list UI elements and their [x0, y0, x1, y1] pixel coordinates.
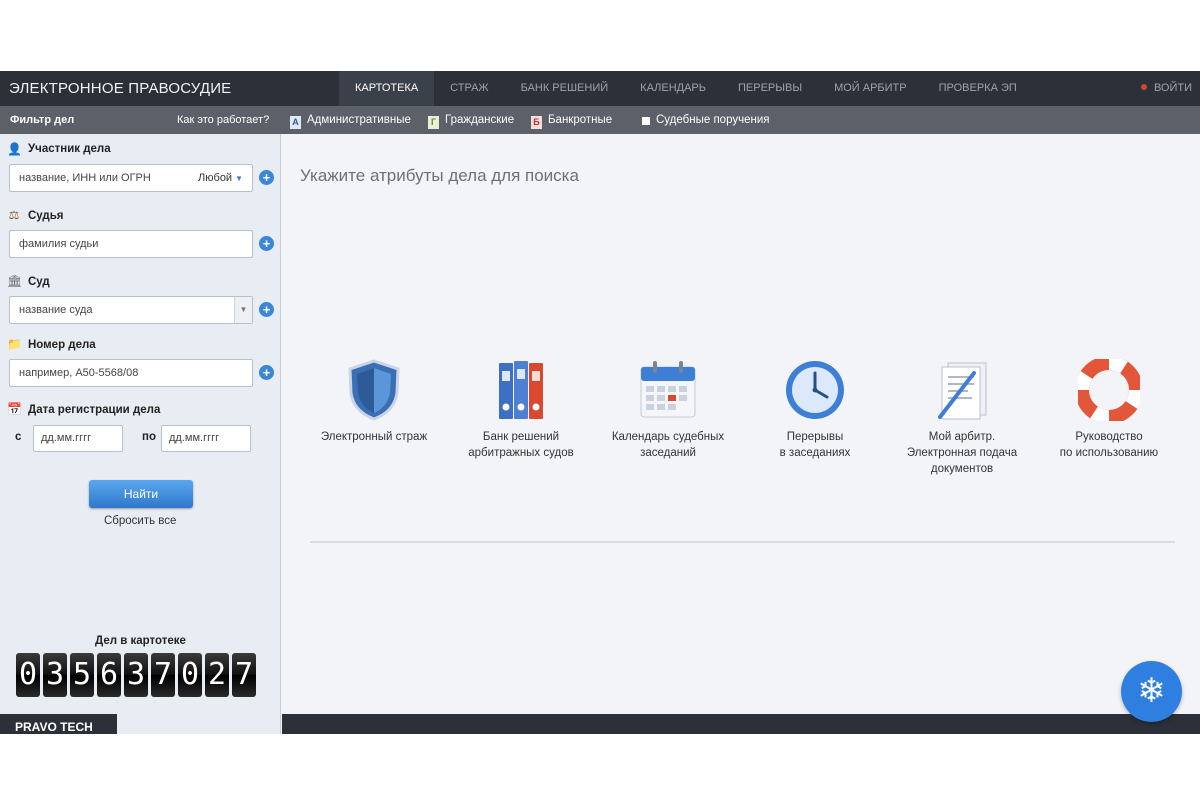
tab-label: Судебные поручения	[656, 114, 770, 126]
tile-recesses[interactable]: Перерывы в заседаниях	[740, 359, 890, 461]
nav-strazh[interactable]: СТРАЖ	[434, 71, 504, 106]
tile-e-guard[interactable]: Электронный страж	[299, 359, 449, 445]
participant-label: Участник дела	[28, 143, 111, 155]
counter-title: Дел в картотеке	[95, 635, 186, 647]
date-from-input[interactable]: дд.мм.гггг	[33, 425, 123, 452]
chevron-down-icon: ▼	[235, 174, 243, 183]
tile-my-arbiter[interactable]: Мой арбитр. Электронная подача документо…	[887, 359, 1037, 477]
calendar-small-icon: 📅	[7, 402, 22, 416]
courthouse-icon: 🏛	[7, 274, 23, 288]
pravo-tech-logo[interactable]: PRAVO TECH	[0, 714, 117, 734]
page-title: Укажите атрибуты дела для поиска	[300, 166, 579, 185]
date-to-placeholder: дд.мм.гггг	[169, 432, 220, 444]
dropdown-arrow-icon[interactable]: ▼	[234, 297, 252, 323]
tile-caption: Перерывы в заседаниях	[779, 431, 851, 459]
court-placeholder: название суда	[19, 304, 93, 316]
nav-bank-resheniy[interactable]: БАНК РЕШЕНИЙ	[505, 71, 625, 106]
counter-digit: 7	[232, 653, 256, 697]
counter-digit: 2	[205, 653, 229, 697]
case-counter: 0 3 5 6 3 7 0 2 7	[16, 653, 259, 697]
tile-caption: Календарь судебных заседаний	[611, 431, 725, 459]
add-court-button[interactable]: +	[259, 302, 274, 317]
tile-calendar[interactable]: Календарь судебных заседаний	[593, 359, 743, 461]
counter-digit: 6	[97, 653, 121, 697]
judge-input[interactable]: фамилия судьи	[9, 230, 253, 258]
court-select[interactable]: название суда ▼	[9, 296, 253, 324]
status-dot-icon	[1140, 84, 1147, 90]
case-number-input[interactable]: например, А50-5568/08	[9, 359, 253, 387]
reg-date-label: Дата регистрации дела	[28, 404, 161, 416]
judge-placeholder: фамилия судьи	[19, 238, 99, 250]
nav-pereryvy[interactable]: ПЕРЕРЫВЫ	[722, 71, 818, 106]
participant-mode-dropdown[interactable]: Любой ▼	[198, 165, 243, 192]
find-button[interactable]: Найти	[89, 480, 193, 508]
lifebuoy-icon	[1078, 359, 1140, 421]
binders-icon	[499, 361, 543, 419]
add-judge-button[interactable]: +	[259, 236, 274, 251]
nav-proverka-ep[interactable]: ПРОВЕРКА ЭП	[923, 71, 1033, 106]
tile-caption: Руководство по использованию	[1059, 431, 1159, 459]
participant-input[interactable]: название, ИНН или ОГРН Любой ▼	[9, 164, 253, 192]
tab-civil[interactable]: Г Гражданские	[428, 106, 514, 134]
filter-bar: Фильтр дел Как это работает? А Администра…	[0, 106, 1200, 134]
tile-decisions-bank[interactable]: Банк решений арбитражных судов	[446, 359, 596, 461]
person-icon: 👤	[7, 142, 22, 156]
folder-icon: 📁	[7, 337, 22, 351]
nav-kartoteka[interactable]: КАРТОТЕКА	[339, 71, 435, 106]
date-from-placeholder: дд.мм.гггг	[41, 432, 92, 444]
judge-label: Судья	[28, 210, 64, 222]
tab-bankruptcy[interactable]: Б Банкротные	[531, 106, 612, 134]
reset-link[interactable]: Сбросить все	[104, 515, 176, 527]
shield-icon	[348, 359, 400, 421]
counter-digit: 5	[70, 653, 94, 697]
app-window: ЭЛЕКТРОННОЕ ПРАВОСУДИЕ КАРТОТЕКА СТРАЖ Б…	[0, 71, 1200, 734]
bottom-strip	[282, 714, 1200, 734]
login-link[interactable]: ВОЙТИ	[1140, 71, 1192, 106]
tab-label: Гражданские	[445, 114, 515, 126]
tab-label: Административные	[307, 114, 411, 126]
date-from-label: с	[15, 431, 22, 443]
participant-mode-label: Любой	[198, 172, 233, 184]
howto-link[interactable]: Как это работает?	[177, 106, 269, 134]
login-label: ВОЙТИ	[1153, 82, 1192, 94]
clock-icon	[786, 361, 844, 419]
calendar-icon	[640, 361, 696, 418]
gavel-icon: ⚖	[8, 208, 20, 222]
filter-title: Фильтр дел	[10, 114, 75, 126]
filter-sidebar: 👤 Участник дела название, ИНН или ОГРН Л…	[0, 134, 281, 734]
counter-digit: 3	[124, 653, 148, 697]
add-case-number-button[interactable]: +	[259, 365, 274, 380]
tab-label: Банкротные	[548, 114, 613, 126]
tile-caption: Банк решений арбитражных судов	[468, 431, 574, 459]
eagle-emblem-icon[interactable]: ❄	[1121, 661, 1182, 722]
brand-title[interactable]: ЭЛЕКТРОННОЕ ПРАВОСУДИЕ	[9, 71, 231, 106]
tile-caption: Мой арбитр. Электронная подача документо…	[906, 431, 1018, 475]
case-number-label: Номер дела	[28, 339, 96, 351]
tab-court-orders[interactable]: Судебные поручения	[642, 106, 769, 134]
nav-kalendar[interactable]: КАЛЕНДАРЬ	[624, 71, 722, 106]
participant-placeholder: название, ИНН или ОГРН	[19, 172, 151, 184]
counter-digit: 3	[43, 653, 67, 697]
case-number-placeholder: например, А50-5568/08	[19, 367, 139, 379]
document-icon	[938, 362, 987, 420]
counter-digit: 0	[16, 653, 40, 697]
court-label: Суд	[28, 276, 50, 288]
add-participant-button[interactable]: +	[259, 170, 274, 185]
counter-digit: 0	[178, 653, 202, 697]
checkbox-icon[interactable]	[642, 117, 650, 125]
top-navbar: ЭЛЕКТРОННОЕ ПРАВОСУДИЕ КАРТОТЕКА СТРАЖ Б…	[0, 71, 1200, 106]
divider	[310, 541, 1175, 543]
bankruptcy-icon: Б	[531, 116, 542, 129]
nav-moy-arbitr[interactable]: МОЙ АРБИТР	[818, 71, 923, 106]
civil-icon: Г	[428, 116, 439, 129]
tab-administrative[interactable]: А Административные	[290, 106, 411, 134]
tile-manual[interactable]: Руководство по использованию	[1034, 359, 1184, 461]
administrative-icon: А	[290, 116, 301, 129]
main-nav: КАРТОТЕКА СТРАЖ БАНК РЕШЕНИЙ КАЛЕНДАРЬ П…	[339, 71, 1033, 106]
tile-caption: Электронный страж	[320, 431, 428, 443]
date-to-input[interactable]: дд.мм.гггг	[161, 425, 251, 452]
date-to-label: по	[142, 431, 156, 443]
counter-digit: 7	[151, 653, 175, 697]
